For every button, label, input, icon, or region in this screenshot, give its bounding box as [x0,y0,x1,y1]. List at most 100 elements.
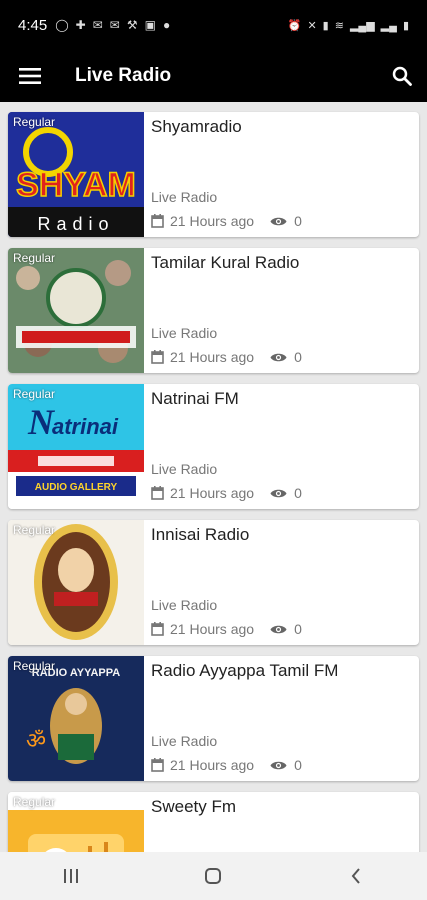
mute-icon: ✕ [307,19,317,32]
shyam-logo-image: SHYAM Radio [8,112,144,237]
calendar-icon [151,350,164,364]
bulb-icon: ● [162,18,171,32]
station-name: Shyamradio [151,117,242,136]
station-category: Live Radio [151,597,218,613]
signal-icon: ▂▄▆ [349,19,375,32]
station-thumbnail: N atrinai AUDIO GALLERY Regular [8,384,144,509]
station-thumbnail: Regular [8,792,144,852]
station-badge: Regular [13,115,56,129]
battery-icon: ▮ [402,19,409,32]
ayyappa-logo-image: RADIO AYYAPPA ॐ [8,656,144,781]
station-name: Innisai Radio [151,525,250,544]
home-button[interactable] [183,852,243,900]
station-info: Shyamradio Live Radio 21 Hours ago 0 [144,112,419,237]
station-category: Live Radio [151,325,218,341]
natrinai-logo-image: N atrinai AUDIO GALLERY [8,384,144,509]
station-name: Sweety Fm [151,797,237,816]
calendar-icon [151,486,164,500]
search-button[interactable] [377,50,427,102]
battery-saver-icon: ▮ [322,19,329,32]
station-badge: Regular [13,523,56,537]
mail-icon: ✉ [109,18,120,32]
station-category: Live Radio [151,733,218,749]
logo-text: SHYAM [16,166,136,204]
station-info: Radio Ayyappa Tamil FM Live Radio 21 Hou… [144,656,419,781]
station-card[interactable]: RADIO AYYAPPA ॐ Regular Radio Ayyappa Ta… [8,656,419,781]
station-time-ago: 21 Hours ago [170,621,255,637]
station-card[interactable]: N atrinai AUDIO GALLERY Regular Natrinai… [8,384,419,509]
system-icons: ⏰ ✕ ▮ ≋ ▂▄▆ ▂▄ ▮ [288,19,409,32]
station-views: 0 [294,349,302,365]
station-meta: 21 Hours ago 0 [151,485,302,501]
station-thumbnail: Regular [8,248,144,373]
station-name: Natrinai FM [151,389,239,408]
station-info: Sweety Fm [144,792,419,852]
signal-icon: ▂▄ [380,19,397,32]
notification-icon: ⚒ [126,18,138,32]
image-icon: ▣ [144,18,156,32]
eye-icon [270,625,287,633]
station-time-ago: 21 Hours ago [170,757,255,773]
back-icon [351,868,360,884]
station-badge: Regular [13,387,56,401]
recent-apps-icon [64,869,79,883]
eye-icon [270,217,287,225]
station-name: Radio Ayyappa Tamil FM [151,661,339,680]
station-time-ago: 21 Hours ago [170,349,255,365]
status-bar: 4:45 ◯ ✚ ✉ ✉ ⚒ ▣ ● ⏰ ✕ ▮ ≋ ▂▄▆ ▂▄ ▮ [0,0,427,50]
station-thumbnail: SHYAM Radio Regular [8,112,144,237]
svg-text:ॐ: ॐ [26,729,46,754]
station-card[interactable]: SHYAM Radio Regular Shyamradio Live Radi… [8,112,419,237]
calendar-icon [151,622,164,636]
calendar-icon [151,214,164,228]
station-info: Natrinai FM Live Radio 21 Hours ago 0 [144,384,419,509]
station-thumbnail: RADIO AYYAPPA ॐ Regular [8,656,144,781]
station-list[interactable]: SHYAM Radio Regular Shyamradio Live Radi… [0,102,427,852]
station-views: 0 [294,213,302,229]
notification-icons: ◯ ✚ ✉ ✉ ⚒ ▣ ● [55,18,170,32]
alarm-icon: ⏰ [287,19,302,32]
eye-icon [270,761,287,769]
station-badge: Regular [13,251,56,265]
recent-apps-button[interactable] [41,852,101,900]
page-title: Live Radio [75,65,172,86]
home-icon [205,868,222,884]
menu-button[interactable] [0,50,60,102]
station-badge: Regular [13,795,56,809]
logo-text: atrinai [52,414,119,439]
station-card[interactable]: Regular Tamilar Kural Radio Live Radio 2… [8,248,419,373]
station-meta: 21 Hours ago 0 [151,213,302,229]
notification-icon: ✚ [75,18,86,32]
search-icon [392,66,412,86]
station-meta: 21 Hours ago 0 [151,621,302,637]
logo-subtext: AUDIO GALLERY [35,482,118,493]
station-info: Tamilar Kural Radio Live Radio 21 Hours … [144,248,419,373]
station-badge: Regular [13,659,56,673]
station-card[interactable]: Regular Sweety Fm [8,792,419,852]
station-name: Tamilar Kural Radio [151,253,300,272]
system-nav-bar [0,852,427,900]
station-time-ago: 21 Hours ago [170,485,255,501]
back-button[interactable] [326,852,386,900]
logo-subtext: Radio [37,214,114,234]
mail-icon: ✉ [92,18,103,32]
station-info: Innisai Radio Live Radio 21 Hours ago 0 [144,520,419,645]
station-meta: 21 Hours ago 0 [151,757,302,773]
station-views: 0 [294,485,302,501]
station-category: Live Radio [151,189,218,205]
calendar-icon [151,758,164,772]
station-views: 0 [294,621,302,637]
eye-icon [270,353,287,361]
station-card[interactable]: Regular Innisai Radio Live Radio 21 Hour… [8,520,419,645]
innisai-logo-image [8,520,144,645]
station-thumbnail: Regular [8,520,144,645]
station-views: 0 [294,757,302,773]
notification-icon: ◯ [55,18,69,32]
tamilar-kural-logo-image [8,248,144,373]
eye-icon [270,489,287,497]
wifi-icon: ≋ [334,19,344,32]
hamburger-menu-icon [19,68,41,84]
status-time: 4:45 [18,16,48,34]
app-bar: Live Radio [0,50,427,102]
station-time-ago: 21 Hours ago [170,213,255,229]
